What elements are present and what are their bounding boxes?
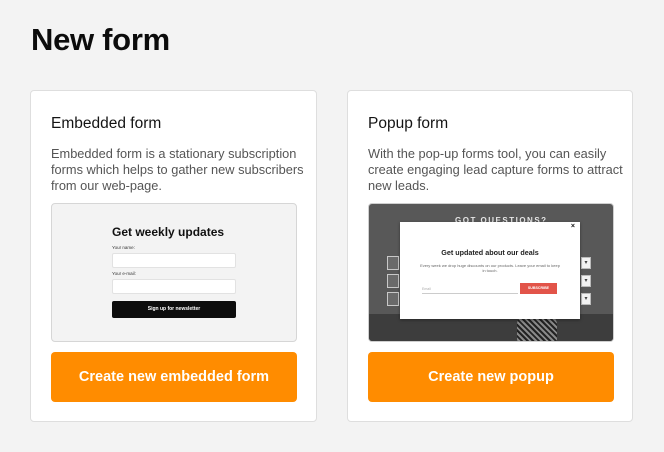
popup-form-description: With the pop-up forms tool, you can easi… <box>368 146 623 193</box>
embedded-form-card: Embedded form Embedded form is a station… <box>30 90 317 422</box>
create-popup-button[interactable]: Create new popup <box>368 352 614 402</box>
preview-background-row <box>387 256 399 270</box>
preview-popup-heading: Get updated about our deals <box>441 248 539 257</box>
preview-background-row <box>387 292 399 306</box>
preview-popup-email-field: Email <box>422 284 518 294</box>
preview-popup-subscribe-button: SUBSCRIBE <box>520 283 557 294</box>
preview-signup-button: Sign up for newsletter <box>112 301 236 318</box>
embedded-form-title: Embedded form <box>51 115 162 132</box>
chevron-down-icon: ▾ <box>581 257 591 269</box>
page-title: New form <box>31 22 170 57</box>
popup-form-card: Popup form With the pop-up forms tool, y… <box>347 90 633 422</box>
preview-popup-modal: × Get updated about our deals Every week… <box>400 222 580 319</box>
preview-name-input <box>112 253 236 268</box>
chevron-down-icon: ▾ <box>581 293 591 305</box>
embedded-form-preview: Get weekly updates Your name: Your e-mai… <box>51 203 297 342</box>
preview-popup-subtext: Every week we drop huge discounts on our… <box>420 263 560 273</box>
popup-form-preview: GOT QUESTIONS? ▾ ▾ ▾ × Get updated about… <box>368 203 614 342</box>
preview-email-label: Your e-mail: <box>112 271 136 276</box>
close-icon: × <box>570 223 575 230</box>
embedded-form-description: Embedded form is a stationary subscripti… <box>51 146 304 193</box>
popup-form-title: Popup form <box>368 115 449 132</box>
preview-name-label: Your name: <box>112 245 135 250</box>
preview-email-input <box>112 279 236 294</box>
chevron-down-icon: ▾ <box>581 275 591 287</box>
preview-heading: Get weekly updates <box>112 225 225 239</box>
preview-background-row <box>387 274 399 288</box>
create-embedded-form-button[interactable]: Create new embedded form <box>51 352 297 402</box>
